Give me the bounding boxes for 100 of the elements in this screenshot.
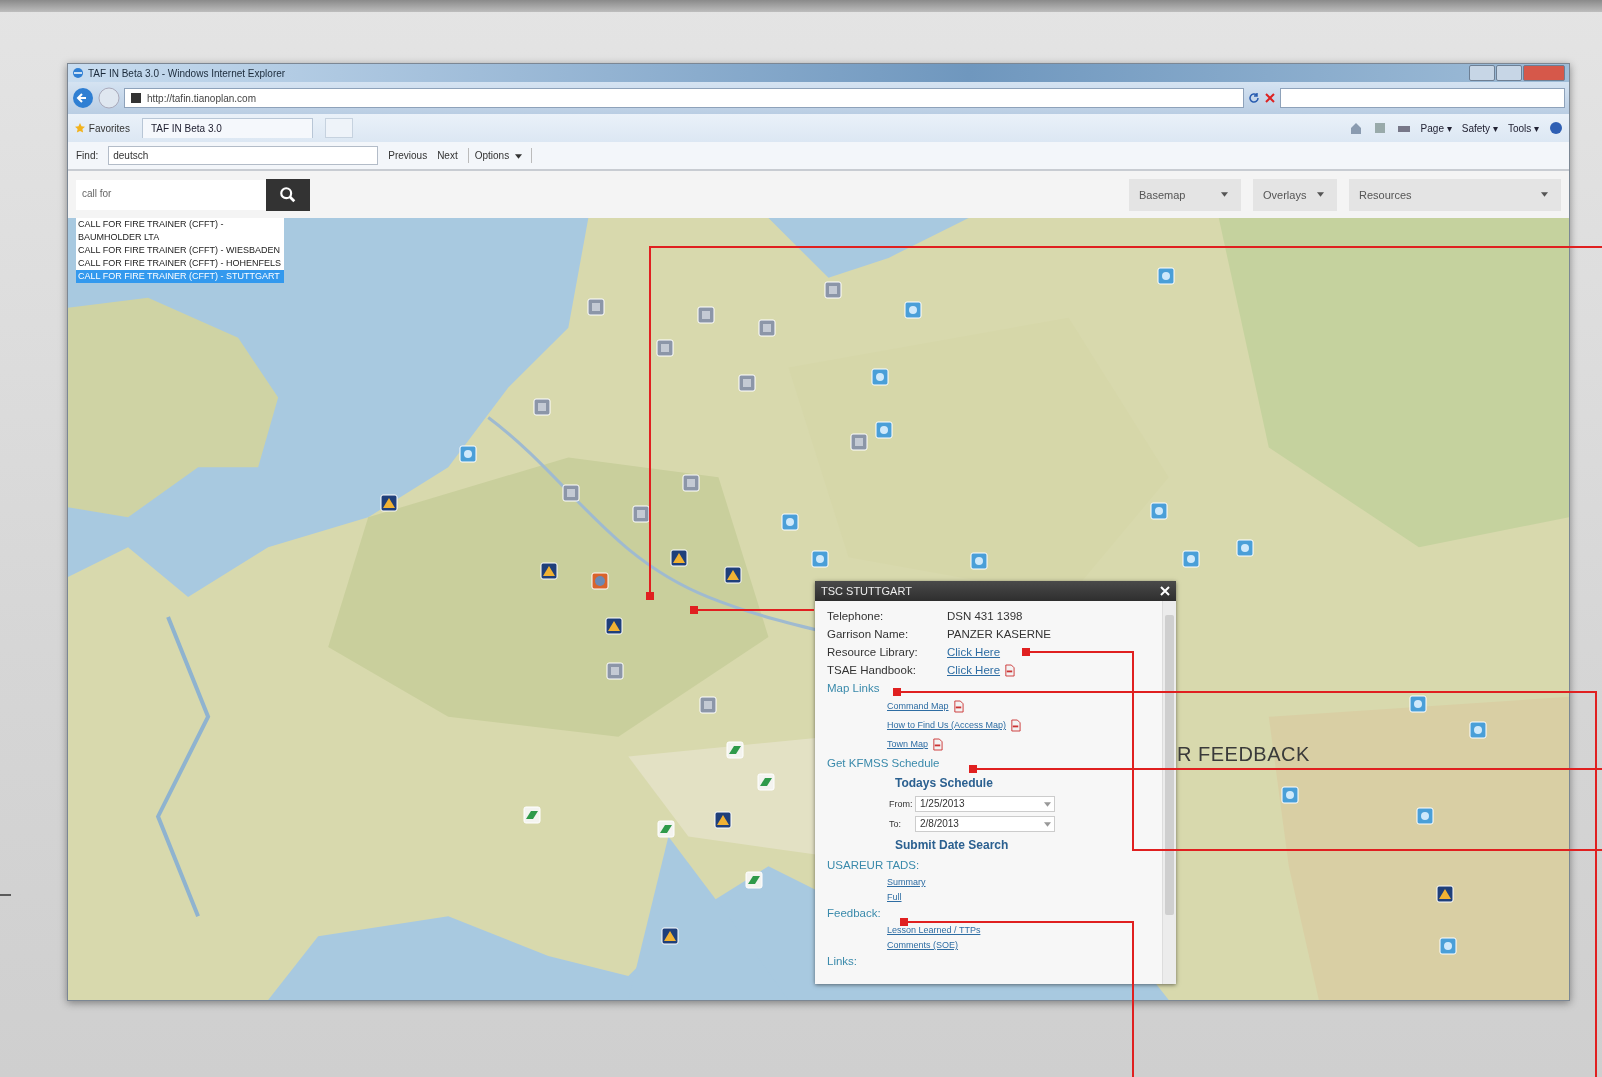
dropdown-menu[interactable]: Basemap [1129, 178, 1241, 211]
submit-link[interactable]: Submit Date Search [827, 834, 1009, 856]
triangle-marker-icon[interactable] [723, 566, 742, 585]
map-marker-icon[interactable] [811, 549, 830, 568]
dropdown-menu[interactable]: Resources [1349, 178, 1561, 211]
triangle-marker-icon[interactable] [605, 617, 623, 636]
field-label: Resource Library: [827, 645, 919, 660]
map-marker-icon[interactable] [969, 551, 988, 570]
command-menu[interactable]: Tools ▾ [1507, 122, 1539, 134]
feedback-link[interactable]: Lesson Learned / TTPs [887, 925, 981, 935]
map-marker-icon[interactable] [1438, 937, 1457, 955]
help-icon[interactable] [1549, 121, 1563, 135]
map-marker-icon[interactable] [1236, 538, 1255, 557]
find-field[interactable]: deutsch [108, 146, 379, 165]
map-marker-icon[interactable] [737, 374, 756, 393]
refresh-icon[interactable] [1248, 92, 1260, 104]
triangle-marker-icon[interactable] [539, 562, 558, 581]
triangle-marker-icon[interactable] [714, 811, 733, 830]
map-marker-icon[interactable] [562, 484, 581, 503]
map-marker-icon[interactable] [780, 513, 799, 531]
map-marker-icon[interactable] [1149, 501, 1168, 520]
star-icon [74, 122, 86, 134]
map-marker-icon[interactable] [1156, 266, 1175, 285]
flag-marker-icon[interactable] [657, 819, 676, 838]
map-marker-icon[interactable] [631, 504, 650, 523]
flag-marker-icon[interactable] [757, 772, 776, 791]
previous-button[interactable]: Previous [388, 150, 428, 161]
section-heading[interactable]: Get KFMSS Schedule [827, 754, 940, 772]
click-here-link[interactable]: Click Here [947, 643, 1001, 661]
maximize-button[interactable] [1496, 65, 1522, 81]
search-icon [279, 185, 297, 204]
caret-icon [1221, 192, 1228, 197]
map-marker-icon[interactable] [681, 474, 700, 493]
next-button[interactable]: Next [437, 150, 458, 161]
suggestion-item[interactable]: CALL FOR FIRE TRAINER (CFFT) - BAUMHOLDER LTA [76, 218, 284, 244]
window-title: TAF IN Beta 3.0 - Windows Internet Explorer [88, 67, 286, 79]
flag-marker-icon[interactable] [725, 740, 744, 759]
suggestion-item[interactable]: CALL FOR FIRE TRAINER (CFFT) - HOHENFELS [76, 257, 284, 270]
map-marker-icon[interactable] [850, 433, 869, 452]
map-marker-icon[interactable] [533, 397, 552, 416]
map-marker-icon[interactable] [1409, 694, 1428, 713]
map-link[interactable]: How to Find Us (Access Map) [887, 716, 1007, 735]
field-label: TSAE Handbook: [827, 663, 917, 678]
flag-marker-icon[interactable] [523, 806, 542, 825]
leader-line [0, 894, 12, 896]
map-marker-icon[interactable] [904, 300, 923, 319]
forward-button[interactable] [98, 87, 120, 109]
back-button[interactable] [72, 87, 94, 109]
map-marker-icon[interactable] [1182, 549, 1201, 568]
tads-link[interactable]: Summary [887, 877, 926, 887]
map-marker-icon[interactable] [590, 572, 609, 591]
home-icon[interactable] [1348, 121, 1363, 135]
address-field[interactable]: http://tafin.tianoplan.com [124, 88, 1244, 108]
map-marker-icon[interactable] [656, 339, 675, 358]
date-label: From: [889, 798, 911, 811]
suggestion-item[interactable]: CALL FOR FIRE TRAINER (CFFT) - WIESBADEN [76, 244, 284, 257]
triangle-marker-icon[interactable] [670, 548, 689, 567]
date-field[interactable]: 1/25/2013 [915, 796, 1055, 812]
tads-link[interactable]: Full [887, 892, 902, 902]
field-value: DSN 431 1398 [947, 609, 1023, 624]
map-marker-icon[interactable] [823, 281, 842, 300]
caret-icon [1541, 192, 1548, 197]
search-button[interactable] [266, 178, 310, 211]
map-marker-icon[interactable] [458, 444, 477, 463]
feedback-link[interactable]: Comments (SOE) [887, 940, 958, 950]
map-marker-icon[interactable] [1281, 785, 1300, 804]
click-here-link[interactable]: Click Here [947, 661, 1001, 679]
map-marker-icon[interactable] [870, 367, 889, 386]
map-marker-icon[interactable] [606, 662, 625, 681]
stop-icon[interactable] [1264, 92, 1276, 104]
date-field[interactable]: 2/8/2013 [915, 816, 1055, 832]
map-link[interactable]: Command Map [887, 697, 949, 716]
flag-marker-icon[interactable] [744, 870, 763, 889]
browser-search-field[interactable] [1280, 88, 1565, 108]
browser-tab[interactable]: TAF IN Beta 3.0 [141, 118, 313, 138]
section-heading[interactable]: Map Links [827, 679, 880, 697]
map-link[interactable]: Town Map [887, 735, 929, 754]
map-marker-icon[interactable] [699, 695, 717, 714]
new-tab-button[interactable] [324, 118, 353, 138]
map-marker-icon[interactable] [874, 421, 893, 440]
section-heading: USAREUR TADS: [827, 858, 920, 873]
search-field[interactable]: call for [76, 179, 266, 210]
command-menu[interactable]: Page ▾ [1420, 122, 1452, 134]
favorites-button[interactable]: Favorites [74, 122, 130, 134]
caret-icon [1317, 192, 1324, 197]
triangle-marker-icon[interactable] [380, 493, 399, 512]
map-marker-icon[interactable] [586, 298, 605, 317]
field-label: Garrison Name: [827, 627, 910, 642]
triangle-marker-icon[interactable] [661, 926, 680, 945]
minimize-button[interactable] [1469, 65, 1495, 81]
map-marker-icon[interactable] [758, 318, 777, 337]
map-marker-icon[interactable] [696, 305, 715, 324]
pdf-icon [1004, 663, 1016, 677]
options-button[interactable]: Options [467, 148, 532, 163]
scrollbar[interactable] [1162, 601, 1176, 984]
map-marker-icon[interactable] [1416, 807, 1435, 826]
command-menu[interactable]: Safety ▾ [1461, 122, 1498, 134]
dropdown-menu[interactable]: Overlays [1253, 178, 1337, 211]
triangle-marker-icon[interactable] [1435, 884, 1454, 903]
map-marker-icon[interactable] [1469, 721, 1488, 740]
